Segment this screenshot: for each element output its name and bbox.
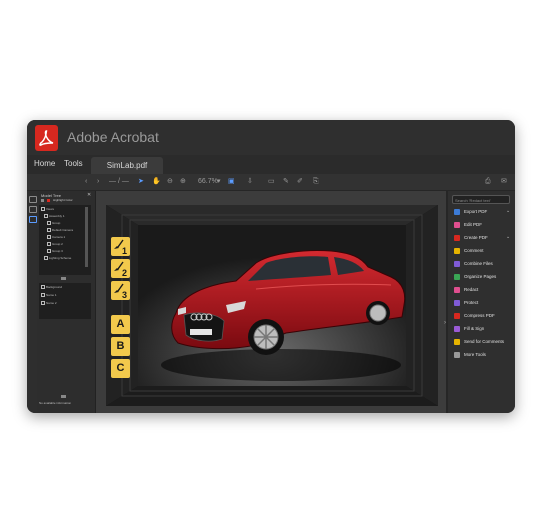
tool-compress-pdf[interactable]: Compress PDF <box>454 312 512 322</box>
compress-pdf-icon <box>454 313 460 319</box>
left-rail <box>27 191 37 413</box>
highlight-color-label[interactable]: Highlight Color <box>53 198 73 202</box>
toolbar: ‹ › — / — ➤ ✋ ⊖ ⊕ 66.7% ▾ ▣ ⇩ ▭ ✎ ✐ ⎘ ⎙ … <box>27 174 515 191</box>
collapse-pane-icon[interactable]: › <box>444 320 446 326</box>
model-tree-toolbar: Highlight Color <box>41 198 91 204</box>
tree-item[interactable]: Lighting Scheme <box>44 256 71 261</box>
menu-tools[interactable]: Tools <box>64 159 83 168</box>
3d-room-and-car <box>106 205 438 406</box>
chevron-down-icon[interactable]: ⌄ <box>506 234 510 240</box>
zoom-in-icon[interactable]: ⊕ <box>180 177 186 186</box>
scrollbar[interactable] <box>85 207 88 267</box>
view-button-b[interactable]: B <box>111 337 130 356</box>
document-tab[interactable]: SimLab.pdf <box>91 157 163 174</box>
print-icon[interactable]: ⎙ <box>485 177 491 186</box>
tool-combine-files[interactable]: Combine Files <box>454 260 512 270</box>
tree-item[interactable]: Group 2 <box>47 242 63 247</box>
zoom-dropdown-icon[interactable]: ▾ <box>217 177 221 186</box>
color-swatch-icon[interactable] <box>47 199 50 202</box>
more-tools-icon <box>454 352 460 358</box>
model-tree-views-list: Background Name 1 Name 2 <box>39 283 91 319</box>
splitter-handle-icon[interactable] <box>61 395 66 398</box>
tree-item[interactable]: Camera 1 <box>47 235 65 240</box>
mail-icon[interactable]: ✉ <box>501 177 507 186</box>
view-button-c[interactable]: C <box>111 359 130 378</box>
fill-sign-icon <box>454 326 460 332</box>
tool-send-for-comments[interactable]: Send for Comments <box>454 338 512 348</box>
document-viewer: 1 2 3 A B C <box>96 191 446 413</box>
next-page-icon[interactable]: › <box>97 177 99 186</box>
tool-edit-pdf[interactable]: Edit PDF <box>454 221 512 231</box>
model-tree-panel: Model Tree ✕ Highlight Color Views Assem… <box>37 191 96 413</box>
fit-page-icon[interactable]: ▣ <box>228 177 235 186</box>
model-tree-icon[interactable] <box>29 216 37 223</box>
page-thumbnails-icon[interactable] <box>29 196 37 203</box>
edit-pdf-icon <box>454 222 460 228</box>
organize-pages-icon <box>454 274 460 280</box>
shield-icon <box>454 300 460 306</box>
model-tree-list: Views Assembly 1 Group Default Camera Ca… <box>39 205 91 275</box>
splitter-handle-icon[interactable] <box>61 277 66 280</box>
app-title: Adobe Acrobat <box>67 129 159 145</box>
tool-create-pdf[interactable]: Create PDF ⌄ <box>454 234 512 244</box>
prev-page-icon[interactable]: ‹ <box>85 177 87 186</box>
pen-icon[interactable]: ✎ <box>283 177 289 186</box>
select-tool-icon[interactable]: ➤ <box>138 177 144 186</box>
tree-item[interactable]: Group <box>47 221 60 226</box>
tree-item[interactable]: Views <box>41 207 54 212</box>
export-pdf-icon <box>454 209 460 215</box>
combine-files-icon <box>454 261 460 267</box>
tools-search-input[interactable]: Search 'Redact text' <box>452 195 510 204</box>
tree-item[interactable]: Default Camera <box>47 228 73 233</box>
scroll-mode-icon[interactable]: ⇩ <box>247 177 253 186</box>
tree-item[interactable]: Group 3 <box>47 249 63 254</box>
stamp-icon[interactable]: ⎘ <box>313 177 319 186</box>
model-tree-status: No available information <box>39 401 72 405</box>
tool-fill-sign[interactable]: Fill & Sign <box>454 325 512 335</box>
zoom-level[interactable]: 66.7% <box>198 177 218 186</box>
options-icon[interactable] <box>41 199 44 202</box>
page-indicator-icon[interactable]: — / — <box>109 177 129 186</box>
tool-organize-pages[interactable]: Organize Pages <box>454 273 512 283</box>
acrobat-window: Adobe Acrobat Home Tools SimLab.pdf ‹ › … <box>27 120 515 413</box>
zoom-out-icon[interactable]: ⊖ <box>167 177 173 186</box>
comment-icon <box>454 248 460 254</box>
tool-comment[interactable]: Comment <box>454 247 512 257</box>
paint-button-1[interactable]: 1 <box>111 237 130 256</box>
view-item[interactable]: Name 1 <box>41 293 57 298</box>
paint-button-3[interactable]: 3 <box>111 281 130 300</box>
tool-redact[interactable]: Redact <box>454 286 512 296</box>
comment-icon[interactable]: ▭ <box>268 177 275 186</box>
menu-home[interactable]: Home <box>34 159 55 168</box>
3d-scene[interactable] <box>106 205 438 406</box>
redact-icon <box>454 287 460 293</box>
hand-tool-icon[interactable]: ✋ <box>152 177 161 186</box>
view-button-a[interactable]: A <box>111 315 130 334</box>
menu-bar: Home Tools SimLab.pdf <box>27 155 515 174</box>
send-for-comments-icon <box>454 339 460 345</box>
title-bar: Adobe Acrobat <box>27 120 515 155</box>
chevron-down-icon[interactable]: ⌄ <box>506 208 510 214</box>
close-icon[interactable]: ✕ <box>87 192 91 198</box>
paint-button-2[interactable]: 2 <box>111 259 130 278</box>
view-item[interactable]: Name 2 <box>41 301 57 306</box>
tool-export-pdf[interactable]: Export PDF ⌄ <box>454 208 512 218</box>
acrobat-logo-icon <box>35 125 58 151</box>
tool-more-tools[interactable]: More Tools <box>454 351 512 361</box>
tree-item[interactable]: Assembly 1 <box>44 214 65 219</box>
bookmark-icon[interactable] <box>29 206 37 213</box>
highlight-icon[interactable]: ✐ <box>297 177 303 186</box>
tools-pane: Search 'Redact text' Export PDF ⌄ Edit P… <box>448 191 515 413</box>
create-pdf-icon <box>454 235 460 241</box>
tool-protect[interactable]: Protect <box>454 299 512 309</box>
view-item[interactable]: Background <box>41 285 62 290</box>
